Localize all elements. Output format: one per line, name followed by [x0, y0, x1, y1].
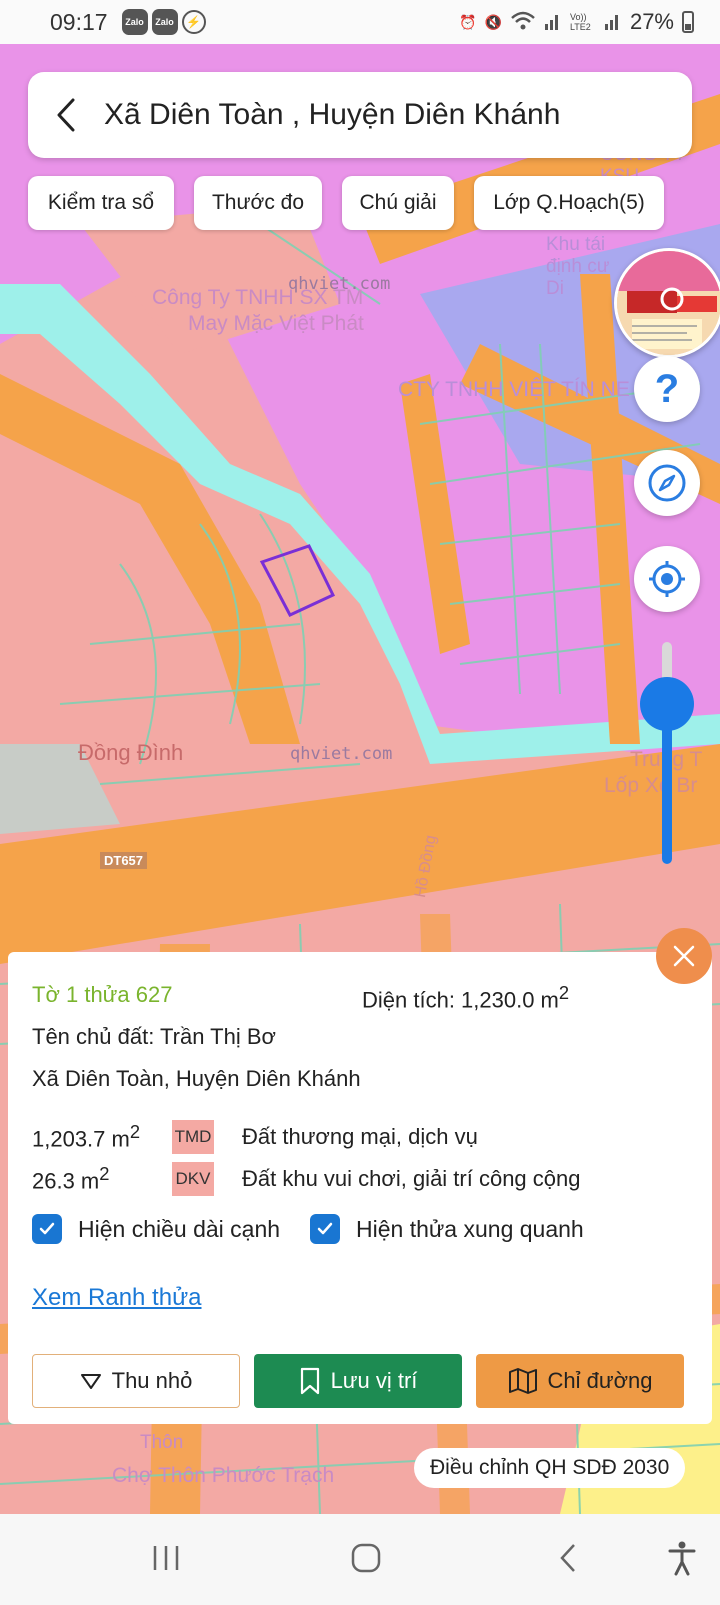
- planning-layer-chip[interactable]: Lớp Q.Hoạch(5): [474, 176, 664, 230]
- compass-button[interactable]: [634, 450, 700, 516]
- map-icon: [508, 1368, 537, 1394]
- owner-name: Tên chủ đất: Trần Thị Bơ: [32, 1024, 276, 1049]
- check-icon: [39, 1222, 55, 1235]
- show-neighbors-checkbox[interactable]: [310, 1214, 341, 1244]
- map-label-residential: Khu tái định cư Di: [546, 234, 610, 299]
- zalo-icon: Zalo: [121, 9, 148, 35]
- land-use-area: 26.3 m2: [32, 1163, 172, 1194]
- directions-label: Chỉ đường: [547, 1368, 653, 1393]
- home-icon: [351, 1543, 381, 1573]
- close-panel-button[interactable]: [656, 928, 712, 984]
- land-use-row: 26.3 m2 DKV Đất khu vui chơi, giải trí c…: [32, 1162, 581, 1196]
- network-label: Vo)) LTE2: [569, 12, 591, 32]
- close-icon: [673, 945, 695, 967]
- tool-chips: Kiểm tra sổ Thước đo Chú giải Lớp Q.Hoạc…: [28, 176, 664, 230]
- parcel-id: Tờ 1 thửa 627: [32, 982, 173, 1007]
- home-button[interactable]: [344, 1536, 388, 1580]
- planning-map-thumbnail[interactable]: [614, 248, 720, 358]
- back-button[interactable]: [28, 72, 104, 158]
- location-header: Xã Diên Toàn , Huyện Diên Khánh: [28, 72, 692, 158]
- map-label-place: Lốp Xe Br: [604, 774, 698, 797]
- zoom-slider-handle[interactable]: [640, 677, 694, 731]
- view-boundary-link[interactable]: Xem Ranh thửa: [32, 1284, 202, 1312]
- parcel-info-panel: Tờ 1 thửa 627 Diện tích: 1,230.0 m2 Tên …: [8, 952, 712, 1424]
- battery-percent: 27%: [629, 9, 674, 34]
- triangle-down-icon: [80, 1374, 101, 1389]
- messenger-icon: ⚡: [181, 10, 206, 34]
- wifi-icon: [510, 11, 536, 34]
- area-unit-exponent: 2: [129, 1121, 141, 1143]
- help-button[interactable]: ?: [634, 356, 700, 422]
- land-use-area-value: 26.3 m: [32, 1168, 100, 1194]
- signal-icon: [604, 11, 622, 34]
- area-value: Diện tích: 1,230.0 m: [362, 987, 559, 1013]
- chevron-left-icon: [57, 98, 75, 132]
- land-use-code: TMD: [172, 1120, 214, 1154]
- area-unit-exponent: 2: [558, 982, 570, 1003]
- page-title: Xã Diên Toàn , Huyện Diên Khánh: [104, 98, 561, 131]
- show-neighbors-label[interactable]: Hiện thửa xung quanh: [356, 1216, 584, 1243]
- accessibility-icon: [668, 1541, 696, 1576]
- parcel-address: Xã Diên Toàn, Huyện Diên Khánh: [32, 1066, 361, 1091]
- recent-apps-button[interactable]: [144, 1536, 188, 1580]
- status-bar: 09:17 Zalo Zalo ⚡ ⏰ 🔇 Vo)) LTE2 27%: [0, 0, 720, 44]
- area-unit-exponent: 2: [99, 1163, 110, 1185]
- check-book-chip[interactable]: Kiểm tra sổ: [28, 176, 174, 230]
- map-label-company: May Mặc Việt Phát: [188, 312, 364, 335]
- display-options: Hiện chiều dài cạnh Hiện thửa xung quanh: [32, 1214, 584, 1244]
- target-icon: [649, 561, 685, 597]
- mute-icon: 🔇: [484, 13, 502, 30]
- map-watermark: qhviet.com: [288, 274, 391, 294]
- signal-icon: [544, 11, 562, 34]
- map-watermark: qhviet.com: [290, 744, 393, 764]
- show-edge-length-label[interactable]: Hiện chiều dài cạnh: [78, 1216, 280, 1243]
- recent-apps-icon: [153, 1546, 179, 1570]
- directions-button[interactable]: Chỉ đường: [476, 1354, 684, 1408]
- show-edge-length-checkbox[interactable]: [32, 1214, 62, 1244]
- map-label-place: Chợ Thôn Phước Trạch: [112, 1464, 335, 1487]
- map-label-place: Thôn: [140, 1432, 184, 1453]
- status-time: 09:17: [50, 8, 108, 35]
- system-nav-bar: [0, 1514, 720, 1605]
- land-use-area-value: 1,203.7 m: [32, 1126, 130, 1152]
- ruler-chip[interactable]: Thước đo: [194, 176, 322, 230]
- legend-chip[interactable]: Chú giải: [342, 176, 454, 230]
- question-icon: ?: [654, 366, 680, 411]
- compass-icon: [648, 464, 686, 502]
- land-use-row: 1,203.7 m2 TMD Đất thương mại, dịch vụ: [32, 1120, 478, 1154]
- zoom-slider-track[interactable]: [662, 642, 672, 864]
- panel-actions: Thu nhỏ Lưu vị trí Chỉ đường: [32, 1354, 684, 1408]
- save-location-button[interactable]: Lưu vị trí: [254, 1354, 462, 1408]
- save-location-label: Lưu vị trí: [330, 1368, 418, 1393]
- my-location-button[interactable]: [634, 546, 700, 612]
- battery-icon: [682, 11, 694, 33]
- back-icon: [560, 1544, 575, 1572]
- check-icon: [317, 1222, 333, 1235]
- land-use-name: Đất khu vui chơi, giải trí công cộng: [242, 1166, 581, 1191]
- land-use-name: Đất thương mại, dịch vụ: [242, 1124, 478, 1149]
- map-road-label: DT657: [100, 852, 148, 869]
- zalo-icon: Zalo: [151, 9, 178, 35]
- land-use-code: DKV: [172, 1162, 214, 1196]
- status-indicators: ⏰ 🔇 Vo)) LTE2 27%: [459, 9, 694, 35]
- accessibility-button[interactable]: [662, 1536, 702, 1580]
- system-back-button[interactable]: [550, 1536, 586, 1580]
- alarm-icon: ⏰: [459, 13, 477, 30]
- active-layer-badge[interactable]: Điều chỉnh QH SDĐ 2030: [414, 1448, 686, 1488]
- map-label-company: CTY TNHH VIỆT TÍN NE: [398, 378, 630, 401]
- parcel-area: Diện tích: 1,230.0 m2: [362, 982, 569, 1013]
- bookmark-icon: [300, 1367, 319, 1395]
- parcel-header-row: Tờ 1 thửa 627 Diện tích: 1,230.0 m2: [32, 982, 688, 1012]
- shrink-label: Thu nhỏ: [111, 1368, 193, 1393]
- land-use-area: 1,203.7 m2: [32, 1121, 172, 1152]
- map-label-place: Đồng Đình: [78, 740, 184, 765]
- shrink-button[interactable]: Thu nhỏ: [32, 1354, 240, 1408]
